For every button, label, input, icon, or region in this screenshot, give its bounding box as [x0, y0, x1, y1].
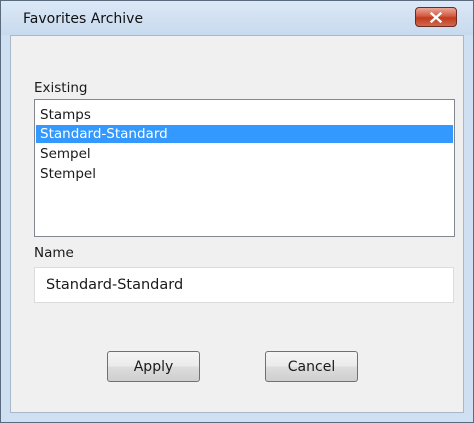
list-item-stamps[interactable]: Stamps — [36, 106, 453, 124]
dialog-title: Favorites Archive — [23, 11, 144, 27]
existing-label: Existing — [34, 80, 88, 96]
list-item-stempel[interactable]: Stempel — [36, 165, 453, 183]
close-button[interactable] — [415, 7, 457, 27]
close-icon — [430, 12, 442, 23]
existing-listbox[interactable]: Stamps Standard-Standard Sempel Stempel — [34, 99, 455, 237]
list-item-sempel[interactable]: Sempel — [36, 145, 453, 163]
apply-button[interactable]: Apply — [107, 351, 200, 382]
favorites-archive-dialog: Favorites Archive Existing Stamps Standa… — [0, 0, 474, 423]
name-input[interactable] — [34, 267, 454, 303]
cancel-button[interactable]: Cancel — [265, 351, 358, 382]
title-bar[interactable]: Favorites Archive — [1, 1, 473, 35]
name-label: Name — [34, 245, 74, 261]
list-item-standard-standard[interactable]: Standard-Standard — [36, 125, 453, 143]
